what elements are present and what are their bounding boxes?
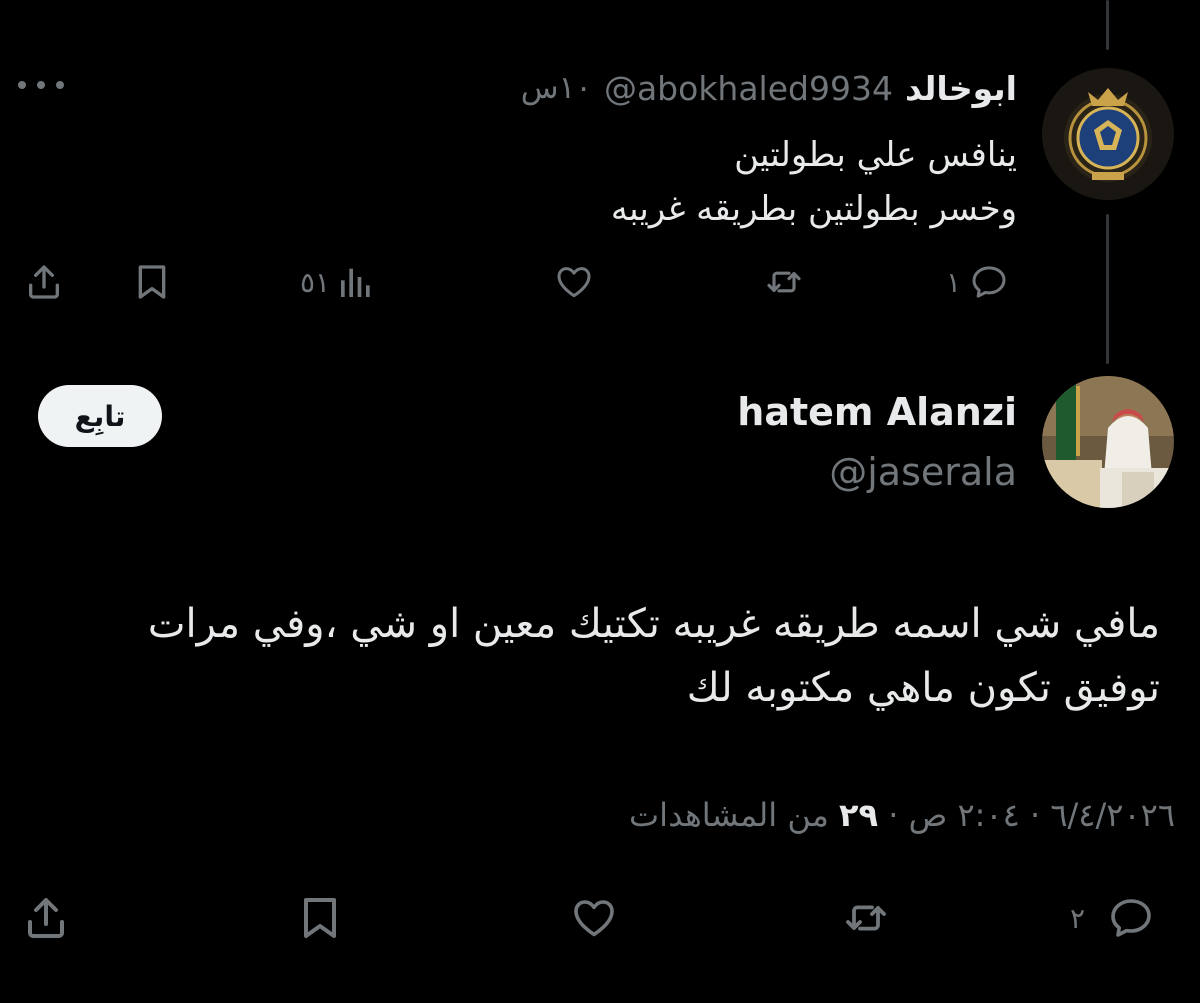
main-like-button[interactable]: [568, 894, 620, 942]
reply-share-button[interactable]: [22, 262, 66, 302]
main-reply-button[interactable]: ٢: [1070, 894, 1157, 942]
profile-photo-icon: [1042, 376, 1174, 508]
more-options-button[interactable]: [18, 70, 64, 100]
share-icon: [28, 898, 64, 938]
main-text-line: مافي شي اسمه طريقه غريبه تكتيك معين او ش…: [147, 601, 1160, 647]
reply-author-handle[interactable]: @abokhaled9934: [604, 69, 893, 108]
like-icon: [574, 900, 614, 937]
main-avatar[interactable]: [1042, 376, 1174, 508]
reply-icon: [1111, 899, 1151, 937]
views-number: ٢٩: [839, 796, 879, 834]
reply-avatar[interactable]: [1042, 68, 1174, 200]
tweet-meta: ٦/٤/٢٠٢٦ · ٢:٠٤ ص · ٢٩ من المشاهدات: [629, 796, 1175, 834]
thread-line-middle: [1106, 214, 1109, 364]
reply-retweet-button[interactable]: [760, 262, 808, 302]
views-icon: [341, 268, 370, 297]
reply-reply-count: ١: [946, 265, 962, 299]
share-icon: [29, 265, 59, 299]
thread-line-top: [1106, 0, 1109, 50]
club-crest-icon: [1042, 68, 1174, 200]
reply-header: ابوخالد @abokhaled9934 ١٠س: [521, 58, 1017, 118]
main-author-handle[interactable]: @jaserala: [829, 450, 1017, 494]
reply-text-line: وخسر بطولتين بطريقه غريبه: [610, 189, 1017, 229]
dot-icon: [56, 81, 64, 89]
main-text-line: توفيق تكون ماهي مكتوبه لك: [686, 665, 1160, 711]
tweet-timestamp[interactable]: ٦/٤/٢٠٢٦ · ٢:٠٤ ص ·: [878, 796, 1175, 834]
reply-time[interactable]: ١٠س: [521, 70, 592, 106]
main-retweet-button[interactable]: [838, 894, 894, 942]
retweet-icon: [767, 271, 801, 293]
retweet-icon: [846, 905, 886, 931]
reply-body: ينافس علي بطولتين وخسر بطولتين بطريقه غر…: [611, 128, 1017, 236]
main-share-button[interactable]: [20, 894, 72, 942]
bookmark-icon: [138, 265, 166, 299]
reply-views-count: ٥١: [300, 265, 331, 299]
reply-views-button[interactable]: ٥١: [300, 262, 376, 302]
reply-like-button[interactable]: [552, 262, 596, 302]
reply-icon: [972, 266, 1006, 298]
main-author-name[interactable]: hatem Alanzi: [737, 390, 1017, 434]
reply-reply-button[interactable]: ١: [946, 262, 1011, 302]
dot-icon: [37, 81, 45, 89]
dot-icon: [18, 81, 26, 89]
main-tweet-body: مافي شي اسمه طريقه غريبه تكتيك معين او ش…: [40, 592, 1160, 720]
bookmark-icon: [304, 898, 336, 938]
follow-button[interactable]: تابِع: [38, 385, 162, 447]
main-reply-count: ٢: [1070, 901, 1086, 935]
reply-text-line: ينافس علي بطولتين: [734, 135, 1017, 175]
views-label: من المشاهدات: [629, 796, 840, 834]
reply-bookmark-button[interactable]: [132, 262, 172, 302]
reply-author-name[interactable]: ابوخالد: [905, 69, 1017, 108]
like-icon: [557, 267, 591, 298]
main-bookmark-button[interactable]: [296, 894, 344, 942]
